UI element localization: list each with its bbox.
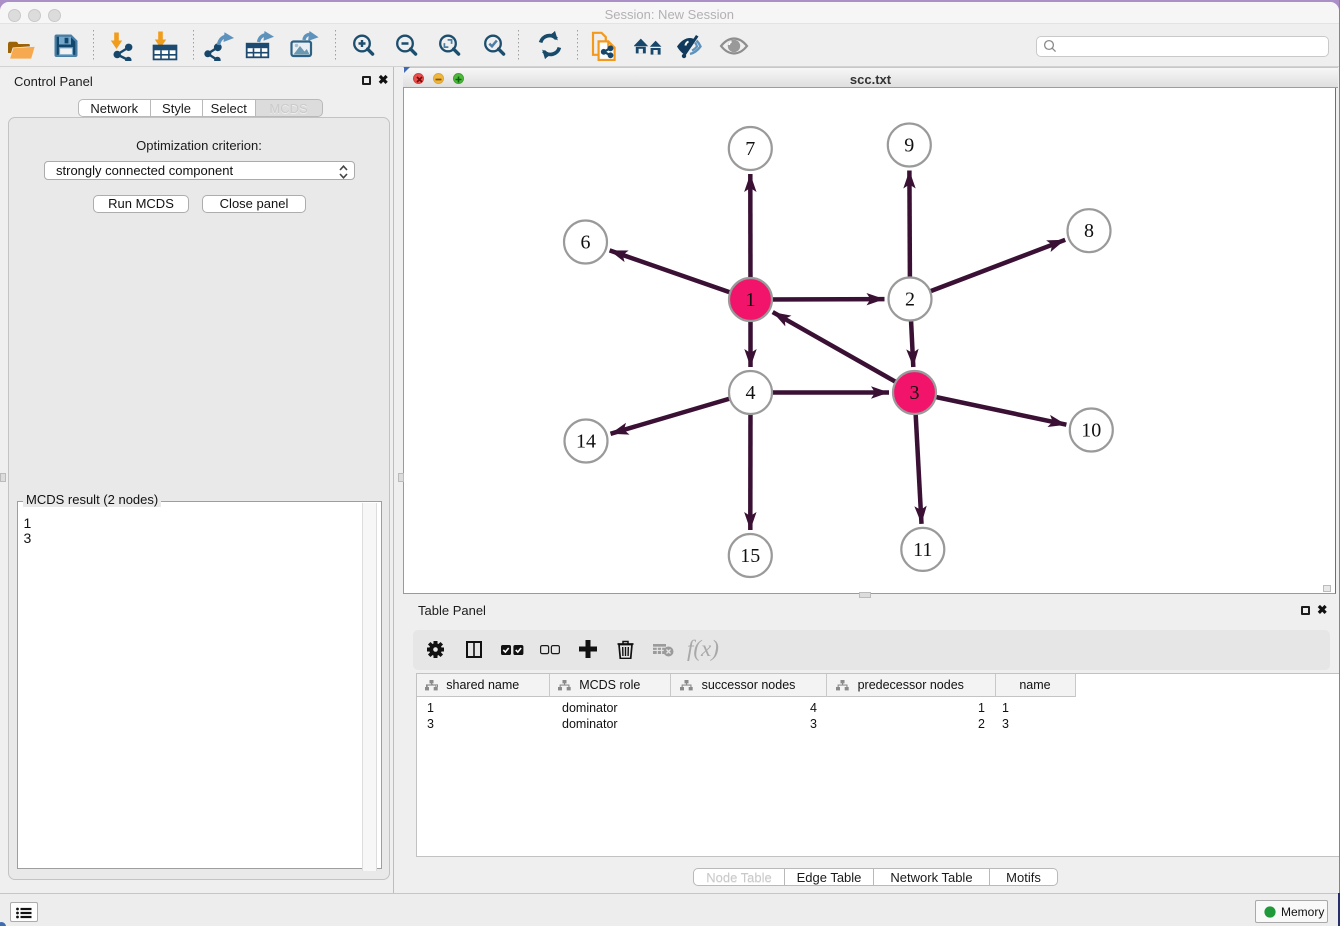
svg-text:10: 10 (1081, 420, 1101, 442)
svg-text:3: 3 (910, 382, 920, 404)
svg-text:8: 8 (1084, 220, 1094, 242)
svg-text:4: 4 (746, 382, 756, 404)
svg-text:11: 11 (913, 539, 932, 561)
svg-text:6: 6 (581, 232, 591, 254)
svg-text:7: 7 (745, 138, 755, 160)
svg-text:15: 15 (740, 545, 760, 567)
svg-text:14: 14 (576, 431, 596, 453)
svg-text:9: 9 (904, 135, 914, 157)
svg-text:2: 2 (905, 289, 915, 311)
svg-text:1: 1 (746, 289, 756, 311)
